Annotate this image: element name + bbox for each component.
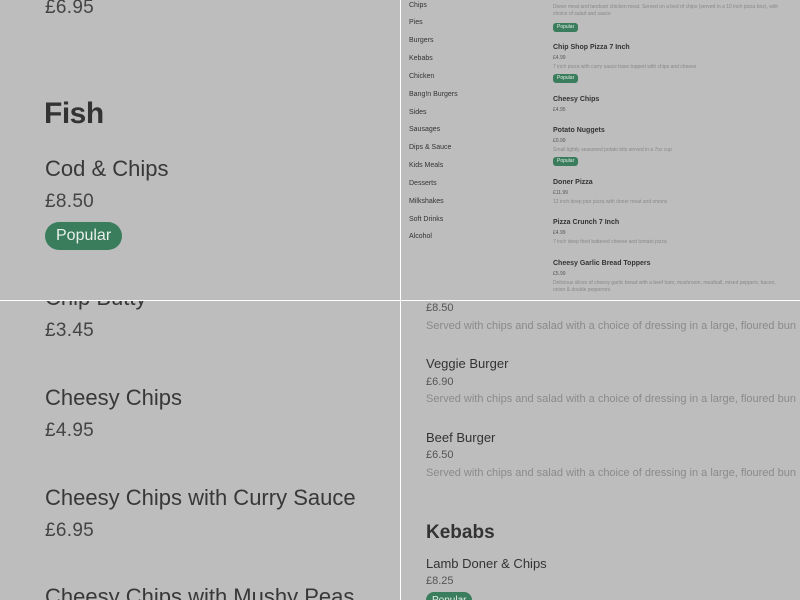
popular-badge: Popular (45, 222, 123, 250)
popular-badge: Popular (553, 74, 579, 83)
menu-zoom-bottom-right: £8.50 Served with chips and salad with a… (401, 301, 800, 600)
item-price: £3.45 (45, 320, 95, 341)
item-name[interactable]: Cod & Chips (45, 156, 169, 182)
menu-zoom-bottom-left: Chip Butty £3.45 Cheesy Chips £4.95 Chee… (0, 301, 400, 600)
item-name[interactable]: Beef Burger (426, 430, 495, 445)
item-description: Served with chips and salad with a choic… (426, 320, 796, 332)
item-name[interactable]: Lamb Doner & Chips (426, 556, 547, 571)
category-item-dips-sauce[interactable]: Dips & Sauce (409, 144, 451, 151)
category-item-alcohol[interactable]: Alcohol (409, 233, 432, 240)
item-name[interactable]: Cheesy Chips (553, 96, 599, 103)
item-price: £6.95 (45, 0, 95, 18)
category-item-chips[interactable]: Chips (409, 2, 427, 9)
item-name[interactable]: Potato Nuggets (553, 127, 605, 134)
menu-zoom-top-left: £6.95 Fish Cod & Chips £8.50 Popular (0, 0, 400, 300)
item-description: Doner meat and tandoori chicken meat. Se… (553, 4, 779, 17)
item-name[interactable]: Chip Shop Pizza 7 Inch (553, 44, 630, 51)
item-price: £0.99 (553, 138, 566, 144)
quadrant-divider-horizontal (0, 300, 800, 301)
item-description: 7 inch deep fried battered cheese and to… (553, 239, 667, 245)
item-price: £4.95 (553, 107, 566, 113)
item-description: Delicious slices of cheesy garlic bread … (553, 280, 776, 293)
item-name[interactable]: Chip Butty (45, 301, 147, 311)
item-price: £8.25 (426, 575, 454, 587)
item-description: Served with chips and salad with a choic… (426, 393, 796, 405)
item-price: £6.50 (426, 449, 454, 461)
category-item-chicken[interactable]: Chicken (409, 73, 434, 80)
popular-badge: Popular (553, 157, 579, 166)
popular-badge: Popular (553, 23, 579, 32)
category-item-milkshakes[interactable]: Milkshakes (409, 198, 444, 205)
item-price: £8.50 (45, 191, 95, 212)
item-name[interactable]: Cheesy Garlic Bread Toppers (553, 260, 651, 267)
item-name[interactable]: Veggie Burger (426, 356, 508, 371)
category-item-sausages[interactable]: Sausages (409, 126, 440, 133)
item-name[interactable]: Cheesy Chips with Curry Sauce (45, 485, 356, 511)
item-description: Small lightly seasoned potato bits serve… (553, 147, 672, 153)
category-item-bangin-burgers[interactable]: Bang!n Burgers (409, 91, 458, 98)
item-price: £6.95 (45, 520, 95, 541)
item-description: 12 inch deep pan pizza with doner meat a… (553, 199, 668, 205)
item-name[interactable]: Cheesy Chips (45, 385, 182, 411)
category-item-desserts[interactable]: Desserts (409, 180, 437, 187)
item-price: £6.90 (426, 376, 454, 388)
category-item-burgers[interactable]: Burgers (409, 37, 434, 44)
item-price: £8.50 (426, 302, 454, 314)
item-description: Served with chips and salad with a choic… (426, 467, 796, 479)
item-price: £11.99 (553, 190, 568, 196)
item-name[interactable]: Doner Pizza (553, 179, 593, 186)
item-price: £5.99 (553, 271, 566, 277)
category-item-kebabs[interactable]: Kebabs (409, 55, 433, 62)
section-heading-kebabs: Kebabs (426, 522, 495, 543)
item-price: £4.95 (45, 420, 95, 441)
category-item-soft-drinks[interactable]: Soft Drinks (409, 216, 443, 223)
item-name[interactable]: Cheesy Chips with Mushy Peas (45, 584, 354, 600)
category-item-pies[interactable]: Pies (409, 19, 423, 26)
item-name[interactable]: Pizza Crunch 7 Inch (553, 219, 619, 226)
category-item-sides[interactable]: Sides (409, 109, 427, 116)
item-price: £4.99 (553, 230, 566, 236)
section-heading-fish: Fish (44, 97, 104, 130)
menu-zoom-top-right: Chips Pies Burgers Kebabs Chicken Bang!n… (401, 0, 800, 300)
category-item-kids-meals[interactable]: Kids Meals (409, 162, 443, 169)
item-description: 7 inch pizza with curry sauce base toppe… (553, 64, 697, 70)
item-price: £4.99 (553, 55, 566, 61)
popular-badge: Popular (426, 592, 473, 600)
